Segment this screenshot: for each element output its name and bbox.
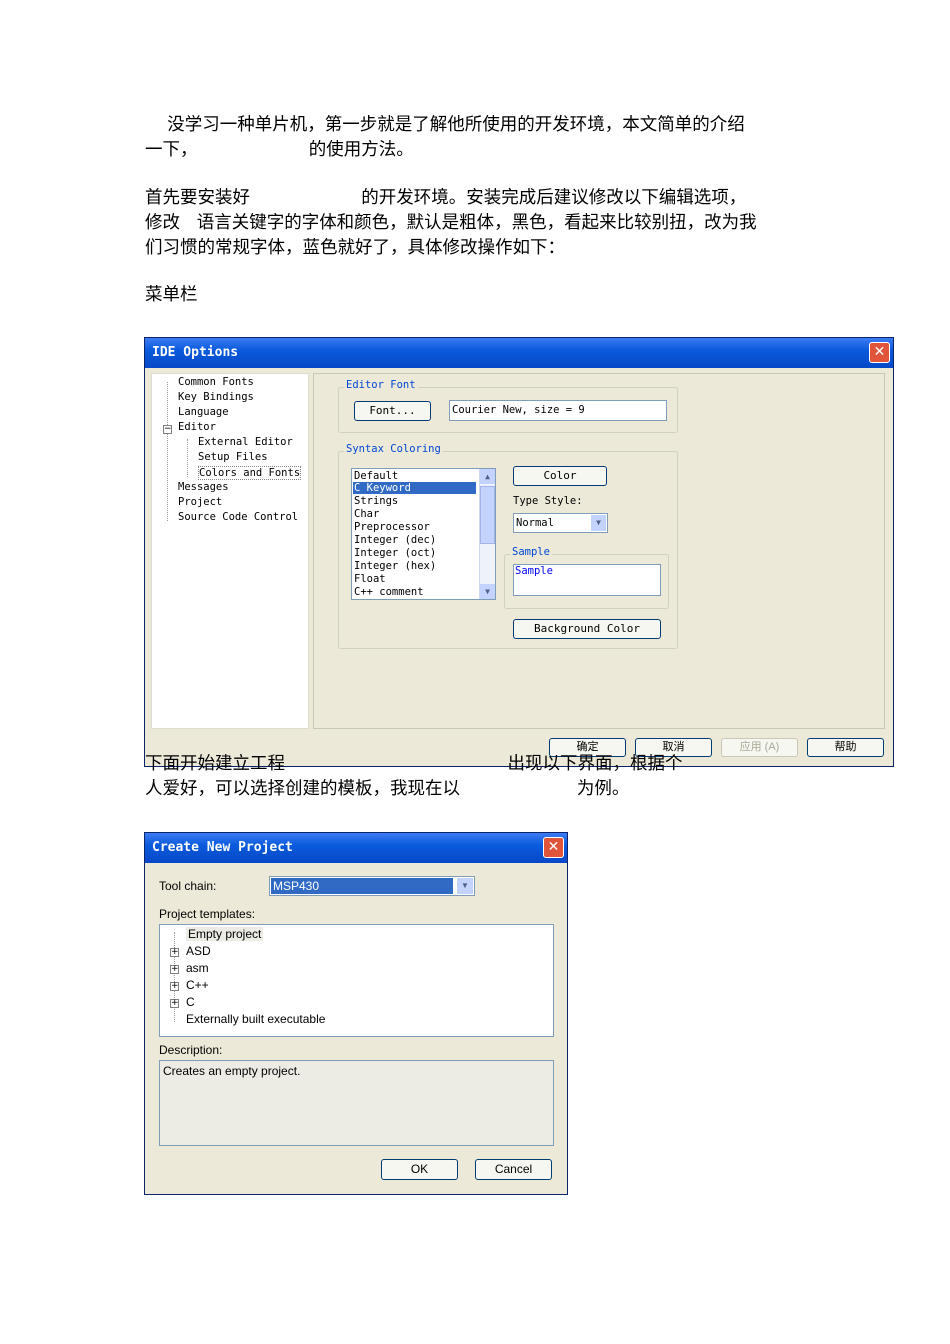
- tree-item-key-bindings[interactable]: Key Bindings: [178, 391, 254, 403]
- intro-line-2: 一下， 的使用方法。: [145, 140, 414, 160]
- syntax-item-char[interactable]: Char: [354, 508, 379, 520]
- tool-chain-label: Tool chain:: [159, 879, 217, 893]
- intro-line-1: 没学习一种单片机，第一步就是了解他所使用的开发环境，本文简单的介绍: [145, 115, 745, 135]
- type-style-value: Normal: [516, 517, 554, 529]
- project-templates-label: Project templates:: [159, 907, 256, 921]
- background-color-button[interactable]: Background Color: [513, 619, 661, 639]
- tree-item-colors-and-fonts[interactable]: Colors and Fonts: [198, 466, 302, 480]
- syntax-item-default[interactable]: Default: [354, 470, 474, 482]
- tree-item-common-fonts[interactable]: Common Fonts: [178, 376, 254, 388]
- tree-item-setup-files[interactable]: Setup Files: [198, 451, 268, 463]
- install-line-3: 们习惯的常规字体，蓝色就好了，具体修改操作如下：: [145, 238, 565, 258]
- install-line-1: 首先要安装好 的开发环境。安装完成后建议修改以下编辑选项，: [145, 188, 747, 208]
- close-icon[interactable]: ✕: [869, 342, 890, 363]
- install-line-2: 修改 语言关键字的字体和颜色，默认是粗体，黑色，看起来比较别扭，改为我: [145, 213, 757, 233]
- expand-icon[interactable]: +: [170, 982, 179, 991]
- syntax-coloring-label: Syntax Coloring: [344, 443, 443, 455]
- syntax-item-integer-oct[interactable]: Integer (oct): [354, 547, 436, 559]
- scroll-thumb[interactable]: [480, 486, 495, 544]
- template-asd[interactable]: ASD: [186, 944, 211, 958]
- type-style-label: Type Style:: [513, 495, 583, 507]
- create-project-line-2: 人爱好，可以选择创建的模板，我现在以 为例。: [145, 779, 630, 799]
- scroll-down-icon[interactable]: ▼: [480, 584, 495, 599]
- syntax-item-integer-hex[interactable]: Integer (hex): [354, 560, 436, 572]
- syntax-list[interactable]: Default C Keyword Strings Char Preproces…: [351, 468, 496, 600]
- font-value-field: Courier New, size = 9: [449, 400, 667, 421]
- sample-label: Sample: [510, 546, 552, 558]
- tree-item-project[interactable]: Project: [178, 496, 222, 508]
- menu-bar-text: 菜单栏: [145, 285, 198, 305]
- editor-font-label: Editor Font: [344, 379, 418, 391]
- sample-box: Sample: [513, 564, 661, 596]
- sample-text: Sample: [515, 565, 553, 577]
- template-c[interactable]: C: [186, 995, 195, 1009]
- create-project-title: Create New Project: [145, 833, 567, 863]
- color-button[interactable]: Color: [513, 466, 607, 486]
- expand-icon[interactable]: +: [170, 948, 179, 957]
- scrollbar[interactable]: ▲ ▼: [479, 469, 495, 599]
- create-project-dialog: Create New Project ✕ Tool chain: MSP430 …: [144, 832, 568, 1195]
- options-page: Editor Font Font... Courier New, size = …: [313, 373, 885, 729]
- tree-item-external-editor[interactable]: External Editor: [198, 436, 293, 448]
- ide-options-dialog: IDE Options ✕ Common Fonts Key Bindings …: [144, 337, 894, 767]
- scroll-up-icon[interactable]: ▲: [480, 469, 495, 484]
- tree-item-messages[interactable]: Messages: [178, 481, 229, 493]
- collapse-icon[interactable]: −: [163, 425, 172, 434]
- font-button[interactable]: Font...: [354, 401, 431, 421]
- tool-chain-value: MSP430: [271, 878, 453, 894]
- chevron-down-icon[interactable]: ▼: [457, 878, 473, 894]
- ok-button[interactable]: OK: [381, 1159, 458, 1180]
- tree-item-editor[interactable]: Editor: [178, 421, 216, 433]
- type-style-select[interactable]: Normal ▼: [513, 513, 608, 533]
- expand-icon[interactable]: +: [170, 965, 179, 974]
- tree-item-language[interactable]: Language: [178, 406, 229, 418]
- tree-item-source-code-control[interactable]: Source Code Control: [178, 511, 298, 523]
- template-empty-project[interactable]: Empty project: [186, 927, 264, 941]
- cancel-button[interactable]: Cancel: [475, 1159, 552, 1180]
- ide-options-title: IDE Options: [145, 338, 893, 368]
- syntax-item-cpp-comment[interactable]: C++ comment: [354, 586, 424, 598]
- create-project-line-1: 下面开始建立工程 出现以下界面，根据个: [145, 754, 683, 774]
- syntax-item-preprocessor[interactable]: Preprocessor: [354, 521, 430, 533]
- template-externally-built[interactable]: Externally built executable: [186, 1012, 325, 1026]
- syntax-item-strings[interactable]: Strings: [354, 495, 398, 507]
- template-asm[interactable]: asm: [186, 961, 209, 975]
- chevron-down-icon[interactable]: ▼: [591, 515, 606, 531]
- template-cpp[interactable]: C++: [186, 978, 209, 992]
- description-text: Creates an empty project.: [163, 1064, 301, 1078]
- project-templates-tree[interactable]: Empty project + ASD + asm + C++ + C Exte…: [159, 924, 554, 1037]
- close-icon[interactable]: ✕: [543, 837, 564, 858]
- description-label: Description:: [159, 1043, 223, 1057]
- help-button[interactable]: 帮助: [807, 738, 884, 757]
- syntax-item-float[interactable]: Float: [354, 573, 386, 585]
- options-tree[interactable]: Common Fonts Key Bindings Language − Edi…: [151, 373, 309, 729]
- syntax-item-c-keyword[interactable]: C Keyword: [353, 482, 476, 494]
- description-box: Creates an empty project.: [159, 1060, 554, 1146]
- expand-icon[interactable]: +: [170, 999, 179, 1008]
- tool-chain-select[interactable]: MSP430 ▼: [269, 876, 475, 896]
- syntax-item-integer-dec[interactable]: Integer (dec): [354, 534, 436, 546]
